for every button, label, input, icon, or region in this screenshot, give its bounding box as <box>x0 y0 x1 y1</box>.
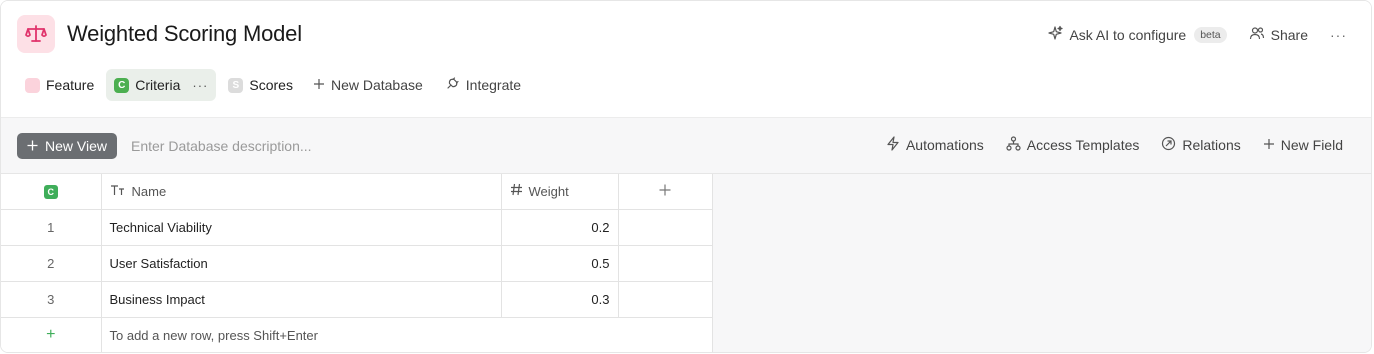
plus-icon <box>27 138 38 154</box>
table-row[interactable]: 1 Technical Viability 0.2 <box>1 209 713 246</box>
empty-cell <box>618 281 713 318</box>
sparkle-icon <box>1047 25 1064 44</box>
text-type-icon <box>110 184 126 199</box>
new-field-label: New Field <box>1280 137 1343 153</box>
header-actions: Ask AI to configure beta Share ··· <box>1047 25 1347 44</box>
tab-scores[interactable]: S Scores <box>220 69 301 101</box>
automations-label: Automations <box>905 137 984 153</box>
table-row[interactable]: 3 Business Impact 0.3 <box>1 281 713 318</box>
relation-icon <box>1161 136 1176 154</box>
more-options-icon[interactable]: ··· <box>1330 27 1347 43</box>
tab-menu-icon[interactable]: ··· <box>192 78 208 93</box>
column-label: Name <box>131 183 167 199</box>
empty-cell <box>618 209 713 246</box>
tab-scores-badge: S <box>228 77 244 93</box>
weight-cell[interactable]: 0.2 <box>501 209 619 246</box>
name-cell[interactable]: Business Impact <box>101 281 502 318</box>
database-tabs: Feature C Criteria ··· S Scores New Data… <box>17 69 535 101</box>
share-button[interactable]: Share <box>1249 25 1308 44</box>
share-label: Share <box>1270 26 1308 43</box>
tab-criteria-label: Criteria <box>135 77 181 93</box>
beta-badge: beta <box>1194 26 1227 43</box>
add-row-hint[interactable]: To add a new row, press Shift+Enter <box>101 317 713 352</box>
empty-cell <box>618 245 713 282</box>
data-grid: C Name Weight 1 Technical Viability 0.2 … <box>1 174 713 352</box>
access-templates-label: Access Templates <box>1026 137 1140 153</box>
lightning-icon <box>886 136 900 154</box>
criteria-badge: C <box>43 185 58 200</box>
plus-icon: + <box>46 326 56 343</box>
automations-button[interactable]: Automations <box>886 136 984 154</box>
tab-criteria-badge: C <box>114 77 130 93</box>
row-index: 3 <box>1 281 102 318</box>
tab-feature-label: Feature <box>46 77 95 93</box>
new-field-button[interactable]: New Field <box>1263 137 1343 153</box>
row-index: 1 <box>1 209 102 246</box>
column-header-weight[interactable]: Weight <box>501 174 619 210</box>
weight-cell[interactable]: 0.5 <box>501 245 619 282</box>
weight-cell[interactable]: 0.3 <box>501 281 619 318</box>
tab-criteria[interactable]: C Criteria ··· <box>106 69 217 101</box>
new-database-button[interactable]: New Database <box>305 69 431 101</box>
integrate-label: Integrate <box>465 77 522 93</box>
column-header-name[interactable]: Name <box>101 174 502 210</box>
integrate-button[interactable]: Integrate <box>437 69 529 101</box>
database-description-input[interactable] <box>131 133 461 159</box>
table-row[interactable]: 2 User Satisfaction 0.5 <box>1 245 713 282</box>
plug-icon <box>445 76 460 94</box>
name-cell[interactable]: User Satisfaction <box>101 245 502 282</box>
toolbar-actions: Automations Access Templates Relations N… <box>886 136 1343 154</box>
users-icon <box>1249 25 1265 44</box>
plus-icon <box>313 77 325 93</box>
relations-label: Relations <box>1182 137 1241 153</box>
new-view-label: New View <box>45 138 107 154</box>
column-label: Weight <box>528 183 569 199</box>
view-toolbar: New View Automations Access Templates <box>1 117 1371 174</box>
add-row-button[interactable]: + <box>1 317 102 352</box>
hierarchy-icon <box>1006 136 1021 154</box>
access-templates-button[interactable]: Access Templates <box>1006 136 1140 154</box>
new-view-button[interactable]: New View <box>17 133 117 159</box>
grid-area: C Name Weight 1 Technical Viability 0.2 … <box>1 174 1371 352</box>
index-header[interactable]: C <box>1 174 102 210</box>
add-row[interactable]: + To add a new row, press Shift+Enter <box>1 317 713 352</box>
ask-ai-label: Ask AI to configure <box>1069 26 1187 43</box>
new-database-label: New Database <box>330 77 423 93</box>
plus-icon <box>659 184 671 196</box>
ask-ai-button[interactable]: Ask AI to configure beta <box>1047 25 1227 44</box>
header-row: C Name Weight <box>1 174 713 210</box>
tab-feature[interactable]: Feature <box>17 69 102 101</box>
tab-feature-badge <box>25 77 40 93</box>
balance-scale-icon <box>17 15 55 53</box>
tab-scores-label: Scores <box>249 77 293 93</box>
name-cell[interactable]: Technical Viability <box>101 209 502 246</box>
plus-icon <box>1263 137 1275 153</box>
add-column-button[interactable] <box>618 174 713 210</box>
relations-button[interactable]: Relations <box>1161 136 1241 154</box>
header: Weighted Scoring Model Ask AI to configu… <box>1 1 1371 117</box>
row-index: 2 <box>1 245 102 282</box>
page-title: Weighted Scoring Model <box>67 21 302 46</box>
number-type-icon <box>510 183 523 199</box>
app-window: Weighted Scoring Model Ask AI to configu… <box>0 0 1372 353</box>
